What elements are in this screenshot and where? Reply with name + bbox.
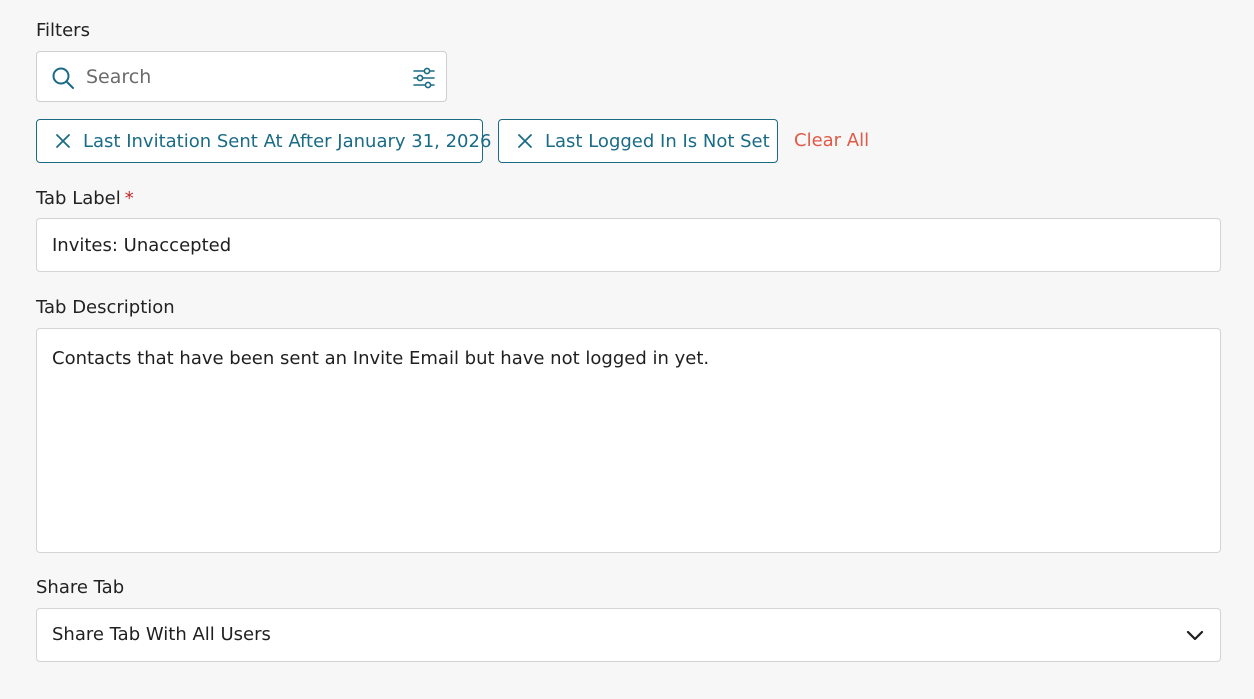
share-tab-heading: Share Tab	[36, 577, 125, 598]
tab-label-heading: Tab Label *	[36, 188, 134, 210]
tab-description-heading: Tab Description	[36, 297, 175, 318]
filter-chip-label: Last Invitation Sent At After January 31…	[83, 130, 492, 152]
tab-label-field	[36, 218, 1221, 272]
close-icon[interactable]	[516, 132, 534, 150]
search-icon	[52, 67, 74, 89]
chevron-down-icon	[1186, 630, 1204, 641]
share-tab-selected-value: Share Tab With All Users	[52, 624, 271, 645]
share-tab-select[interactable]: Share Tab With All Users	[36, 608, 1221, 662]
tab-description-field: Contacts that have been sent an Invite E…	[36, 328, 1221, 553]
clear-all-link[interactable]: Clear All	[794, 130, 869, 152]
filter-chip-last-invitation[interactable]: Last Invitation Sent At After January 31…	[36, 119, 491, 163]
close-icon[interactable]	[54, 132, 72, 150]
tab-label-input[interactable]	[52, 219, 1202, 271]
search-input[interactable]	[86, 52, 396, 101]
filter-settings-icon[interactable]	[412, 66, 436, 90]
search-box	[36, 51, 447, 102]
required-marker: *	[124, 188, 134, 209]
filter-chip-label: Last Logged In Is Not Set	[545, 130, 770, 152]
filter-chip-last-logged-in[interactable]: Last Logged In Is Not Set	[498, 119, 778, 163]
tab-description-textarea[interactable]: Contacts that have been sent an Invite E…	[52, 347, 1202, 542]
tab-label-heading-text: Tab Label	[36, 188, 121, 209]
filters-label: Filters	[36, 20, 90, 41]
